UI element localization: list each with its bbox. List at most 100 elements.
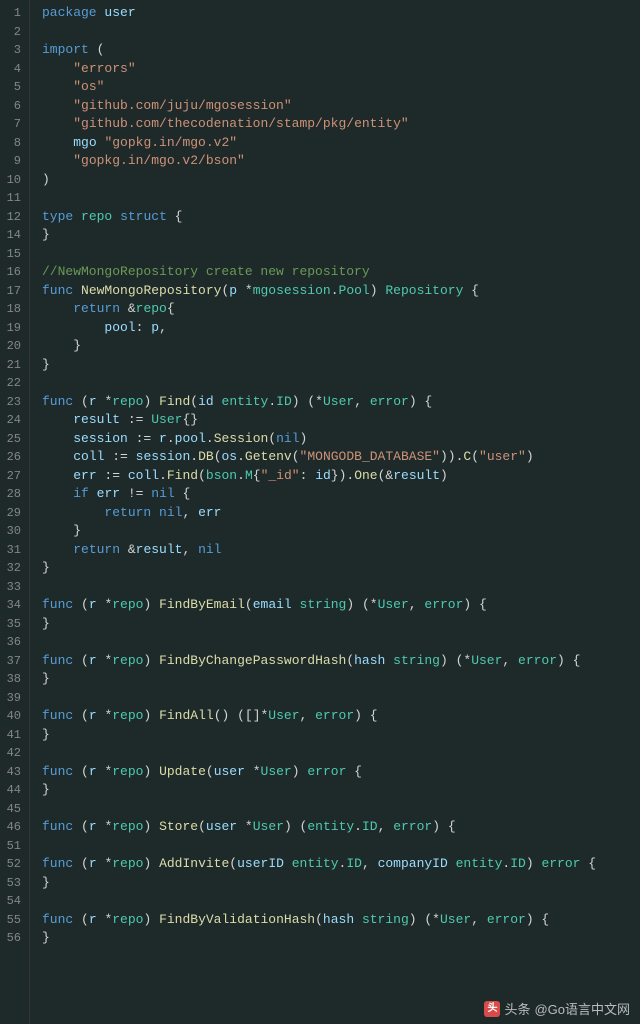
token-op: ) ( (284, 819, 307, 834)
code-line[interactable]: //NewMongoRepository create new reposito… (42, 263, 640, 282)
code-line[interactable] (42, 578, 640, 597)
code-line[interactable]: } (42, 874, 640, 893)
line-number: 36 (4, 633, 21, 652)
code-line[interactable]: } (42, 929, 640, 948)
token-op: . (159, 468, 167, 483)
token-ident: r (89, 653, 97, 668)
code-line[interactable]: func NewMongoRepository(p *mgosession.Po… (42, 282, 640, 301)
code-line[interactable]: ) (42, 171, 640, 190)
token-op: ( (315, 912, 323, 927)
code-line[interactable]: type repo struct { (42, 208, 640, 227)
token-op: . (206, 431, 214, 446)
code-line[interactable]: func (r *repo) FindByEmail(email string)… (42, 596, 640, 615)
code-line[interactable]: package user (42, 4, 640, 23)
code-line[interactable]: } (42, 726, 640, 745)
token-op: ( (73, 708, 89, 723)
token-type: error (487, 912, 526, 927)
code-line[interactable]: "github.com/thecodenation/stamp/pkg/enti… (42, 115, 640, 134)
token-op: . (354, 819, 362, 834)
token-type: bson (206, 468, 237, 483)
code-line[interactable]: } (42, 781, 640, 800)
token-op: ) (440, 468, 448, 483)
code-line[interactable]: "gopkg.in/mgo.v2/bson" (42, 152, 640, 171)
code-area[interactable]: package user import ( "errors" "os" "gith… (30, 0, 640, 1024)
token-op: := (128, 431, 159, 446)
token-op: * (97, 856, 113, 871)
line-number: 6 (4, 97, 21, 116)
code-line[interactable]: return &result, nil (42, 541, 640, 560)
token-kw: import (42, 42, 89, 57)
code-line[interactable]: } (42, 226, 640, 245)
code-line[interactable]: "os" (42, 78, 640, 97)
code-line[interactable]: pool: p, (42, 319, 640, 338)
line-number: 33 (4, 578, 21, 597)
token-op: , (362, 856, 378, 871)
code-line[interactable]: return &repo{ (42, 300, 640, 319)
code-line[interactable] (42, 633, 640, 652)
token-op: } (42, 616, 50, 631)
token-fn: Find (159, 394, 190, 409)
code-line[interactable]: } (42, 356, 640, 375)
code-line[interactable]: func (r *repo) Update(user *User) error … (42, 763, 640, 782)
token-type: ID (362, 819, 378, 834)
token-op: , (378, 819, 394, 834)
token-type: string (393, 653, 440, 668)
token-ident: r (89, 764, 97, 779)
token-ident: session (136, 449, 191, 464)
line-number: 29 (4, 504, 21, 523)
token-fn: FindByEmail (159, 597, 245, 612)
code-line[interactable] (42, 744, 640, 763)
token-op: ( (190, 394, 198, 409)
code-line[interactable]: func (r *repo) Store(user *User) (entity… (42, 818, 640, 837)
code-line[interactable]: func (r *repo) FindByChangePasswordHash(… (42, 652, 640, 671)
token-type: M (245, 468, 253, 483)
code-line[interactable]: "github.com/juju/mgosession" (42, 97, 640, 116)
code-line[interactable]: func (r *repo) FindByValidationHash(hash… (42, 911, 640, 930)
code-line[interactable]: import ( (42, 41, 640, 60)
token-op: ) (292, 764, 308, 779)
code-line[interactable]: mgo "gopkg.in/mgo.v2" (42, 134, 640, 153)
code-line[interactable]: func (r *repo) Find(id entity.ID) (*User… (42, 393, 640, 412)
code-line[interactable]: result := User{} (42, 411, 640, 430)
code-line[interactable]: func (r *repo) AddInvite(userID entity.I… (42, 855, 640, 874)
code-line[interactable] (42, 374, 640, 393)
token-ident: pool (104, 320, 135, 335)
line-number: 22 (4, 374, 21, 393)
code-line[interactable]: func (r *repo) FindAll() ([]*User, error… (42, 707, 640, 726)
code-line[interactable]: } (42, 670, 640, 689)
line-number: 52 (4, 855, 21, 874)
code-line[interactable]: } (42, 337, 640, 356)
code-editor[interactable]: 1234567891011121415161718192021222324252… (0, 0, 640, 1024)
code-line[interactable]: } (42, 615, 640, 634)
token-op: ) (526, 856, 542, 871)
token-op: * (97, 912, 113, 927)
code-line[interactable] (42, 689, 640, 708)
code-line[interactable]: return nil, err (42, 504, 640, 523)
code-line[interactable] (42, 23, 640, 42)
token-op: ) { (409, 394, 432, 409)
code-line[interactable]: if err != nil { (42, 485, 640, 504)
token-ident: r (89, 819, 97, 834)
code-line[interactable] (42, 892, 640, 911)
code-line[interactable]: } (42, 522, 640, 541)
code-line[interactable]: coll := session.DB(os.Getenv("MONGODB_DA… (42, 448, 640, 467)
token-op (112, 209, 120, 224)
token-op: . (331, 283, 339, 298)
line-number: 32 (4, 559, 21, 578)
token-type: repo (112, 819, 143, 834)
token-const: nil (198, 542, 221, 557)
line-number: 39 (4, 689, 21, 708)
code-line[interactable]: err := coll.Find(bson.M{"_id": id}).One(… (42, 467, 640, 486)
token-const: nil (276, 431, 299, 446)
token-op: ( (198, 819, 206, 834)
code-line[interactable] (42, 837, 640, 856)
token-comment: //NewMongoRepository create new reposito… (42, 264, 370, 279)
code-line[interactable] (42, 245, 640, 264)
code-line[interactable]: session := r.pool.Session(nil) (42, 430, 640, 449)
token-op: ( (245, 597, 253, 612)
code-line[interactable]: "errors" (42, 60, 640, 79)
code-line[interactable]: } (42, 559, 640, 578)
code-line[interactable] (42, 189, 640, 208)
code-line[interactable] (42, 800, 640, 819)
token-op: ( (73, 653, 89, 668)
